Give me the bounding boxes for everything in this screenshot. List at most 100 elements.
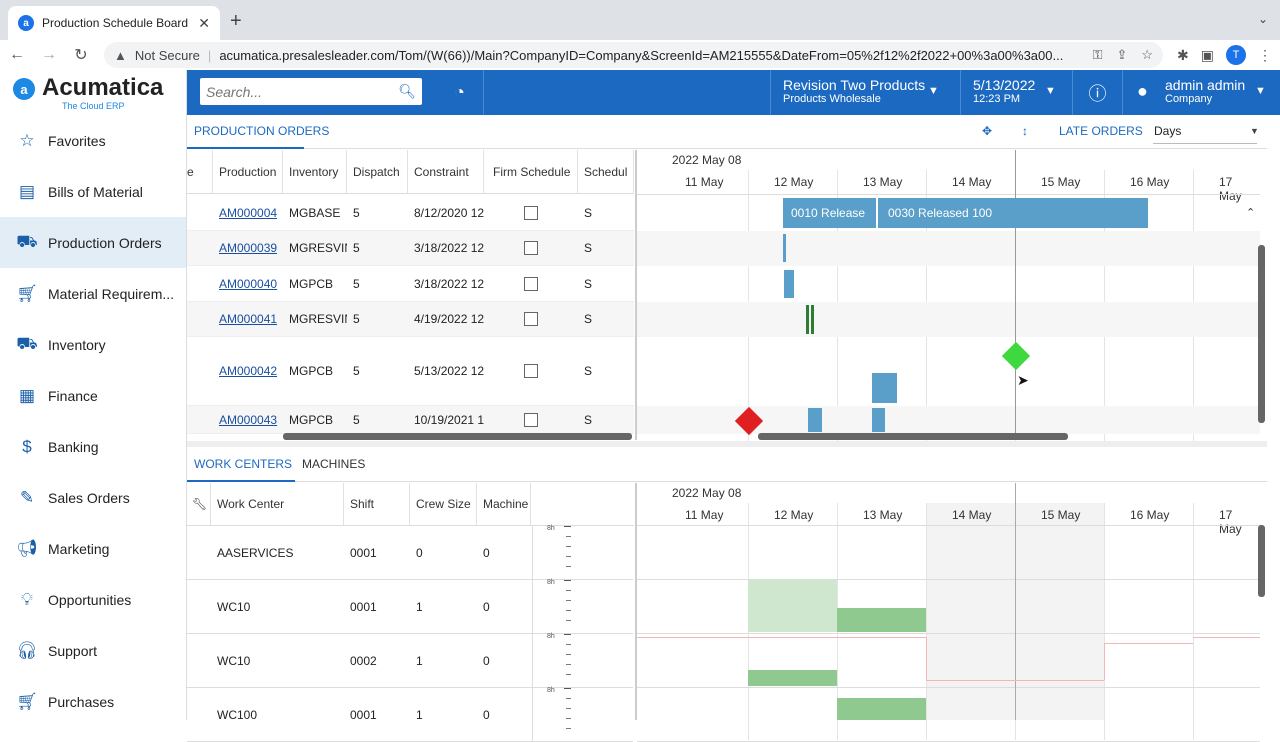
key-icon[interactable]: ⚿ <box>1093 47 1103 63</box>
late-orders-button[interactable]: LATE ORDERS <box>1059 124 1143 138</box>
table-row[interactable]: AASERVICES 0001 0 0 8h <box>187 525 633 580</box>
production-order-link[interactable]: AM000040 <box>213 266 283 301</box>
company-selector[interactable]: Revision Two Products Products Wholesale… <box>770 70 960 115</box>
operation-bar[interactable] <box>784 270 794 298</box>
close-tab-icon[interactable]: ✕ <box>198 15 210 32</box>
tab-machines[interactable]: MACHINES <box>302 457 365 471</box>
operation-bar[interactable] <box>872 373 897 403</box>
search-box[interactable]: 🔍︎ <box>200 78 422 105</box>
sidebar-item-purchases[interactable]: 🛒︎ Purchases <box>0 676 186 727</box>
column-header-dispatch[interactable]: Dispatch <box>347 150 408 193</box>
tab-work-centers[interactable]: WORK CENTERS <box>194 457 292 471</box>
help-icon[interactable]: ⓘ <box>1072 70 1122 115</box>
forward-icon[interactable]: → <box>40 46 58 64</box>
column-header-constraint[interactable]: Constraint <box>408 150 484 193</box>
table-row[interactable]: WC10 0002 1 0 8h <box>187 633 633 688</box>
move-icon[interactable]: ✥ <box>982 124 992 138</box>
table-row[interactable]: WC10 0001 1 0 8h <box>187 579 633 634</box>
sidebar-item-banking[interactable]: $ Banking <box>0 421 186 472</box>
vertical-scrollbar[interactable] <box>1258 245 1265 423</box>
column-header-work-center[interactable]: Work Center <box>211 483 344 525</box>
user-menu[interactable]: ● admin admin Company ▼ <box>1122 70 1280 115</box>
column-header[interactable]: e <box>187 150 213 193</box>
column-header-machine[interactable]: Machine <box>477 483 531 525</box>
operation-bar[interactable] <box>811 305 814 334</box>
new-tab-icon[interactable]: + <box>230 10 242 33</box>
column-header-schedule[interactable]: Schedul <box>578 150 634 193</box>
production-order-link[interactable]: AM000041 <box>213 302 283 336</box>
capacity-bar[interactable] <box>837 608 926 632</box>
production-order-link[interactable]: AM000043 <box>213 406 283 433</box>
acumatica-logo[interactable]: a Acumatica The Cloud ERP <box>0 70 186 115</box>
tab-production-orders[interactable]: PRODUCTION ORDERS <box>194 124 329 138</box>
operation-bar[interactable] <box>783 234 786 262</box>
operation-bar[interactable] <box>872 408 885 432</box>
vertical-scrollbar[interactable] <box>1258 525 1265 597</box>
chevron-down-icon[interactable]: ⌄ <box>1258 12 1268 26</box>
chevron-down-icon[interactable]: ▼ <box>1250 126 1259 136</box>
share-icon[interactable]: ⇪ <box>1116 47 1127 63</box>
gantt-horizontal-scrollbar[interactable] <box>758 433 1068 440</box>
sidebar-item-support[interactable]: 🎧︎ Support <box>0 625 186 676</box>
user-icon: ● <box>1137 81 1148 101</box>
bookmark-star-icon[interactable]: ☆ <box>1141 47 1153 63</box>
sidebar-item-inventory[interactable]: ⛟ Inventory <box>0 319 186 370</box>
column-header-production[interactable]: Production <box>213 150 283 193</box>
capacity-bar[interactable] <box>837 698 926 720</box>
view-selector[interactable]: Days <box>1154 124 1181 138</box>
column-header-shift[interactable]: Shift <box>344 483 410 525</box>
operation-bar[interactable] <box>808 408 822 432</box>
table-row[interactable]: AM000039 MGRESVIN 5 3/18/2022 12: S <box>187 231 634 266</box>
sidebar-item-material-requirem[interactable]: 🛒︎ Material Requirem... <box>0 268 186 319</box>
search-input[interactable] <box>206 83 399 100</box>
table-row[interactable]: AM000040 MGPCB 5 3/18/2022 12: S <box>187 266 634 302</box>
crew-size-cell: 0 <box>416 545 423 560</box>
inventory-cell: MGBASE <box>289 205 341 220</box>
production-order-link[interactable]: AM000039 <box>213 231 283 265</box>
browser-menu-icon[interactable]: ⋮ <box>1258 47 1272 64</box>
sidebar-item-finance[interactable]: ▦ Finance <box>0 370 186 421</box>
sidebar-item-opportunities[interactable]: 💡︎ Opportunities <box>0 574 186 625</box>
inventory-cell: MGPCB <box>289 276 334 291</box>
column-header-inventory[interactable]: Inventory <box>283 150 347 193</box>
history-icon[interactable]: ◔ <box>436 70 484 115</box>
profile-avatar[interactable]: T <box>1226 45 1246 65</box>
firm-schedule-checkbox[interactable] <box>524 364 538 378</box>
back-icon[interactable]: ← <box>8 46 26 64</box>
side-panel-icon[interactable]: ▣ <box>1201 47 1214 64</box>
firm-schedule-checkbox[interactable] <box>524 205 538 220</box>
firm-schedule-checkbox[interactable] <box>524 276 538 291</box>
firm-schedule-checkbox[interactable] <box>524 412 538 427</box>
browser-tab[interactable]: a Production Schedule Board ✕ <box>8 6 220 40</box>
business-date-selector[interactable]: 5/13/2022 12:23 PM ▼ <box>960 70 1072 115</box>
collapse-icon[interactable]: ⌃ <box>1246 206 1255 219</box>
search-icon[interactable]: 🔍︎ <box>398 83 416 100</box>
gantt-row <box>637 231 1260 266</box>
table-row[interactable]: AM000043 MGPCB 5 10/19/2021 1: S <box>187 406 634 434</box>
column-header-crew-size[interactable]: Crew Size <box>410 483 477 525</box>
address-bar[interactable]: ▲ Not Secure | acumatica.presalesleader.… <box>104 42 1164 68</box>
production-order-link[interactable]: AM000004 <box>213 195 283 230</box>
sidebar-item-favorites[interactable]: ☆ Favorites <box>0 115 186 166</box>
capacity-bar[interactable] <box>748 670 837 686</box>
firm-schedule-checkbox[interactable] <box>524 312 538 326</box>
reload-icon[interactable]: ↻ <box>72 45 90 65</box>
production-gantt: 2022 May 08 11 May 12 May 13 May 14 May 15 M… <box>635 150 1260 460</box>
sidebar-item-production-orders[interactable]: ⛟ Production Orders <box>0 217 186 268</box>
production-order-link[interactable]: AM000042 <box>213 337 283 405</box>
column-header-firm-schedule[interactable]: Firm Schedule <box>484 150 578 193</box>
sidebar-item-marketing[interactable]: 📢︎ Marketing <box>0 523 186 574</box>
firm-schedule-checkbox[interactable] <box>524 241 538 255</box>
table-row[interactable]: AM000041 MGRESVIN 5 4/19/2022 12: S <box>187 302 634 337</box>
operation-bar[interactable] <box>806 305 809 334</box>
resize-vertical-icon[interactable]: ↕ <box>1022 124 1028 138</box>
capacity-bar[interactable] <box>748 579 837 632</box>
table-row[interactable]: AM000004 MGBASE 5 8/12/2020 12: S <box>187 195 634 231</box>
sidebar-item-sales-orders[interactable]: ✎ Sales Orders <box>0 472 186 523</box>
grid-horizontal-scrollbar[interactable] <box>283 433 632 440</box>
table-row[interactable]: WC100 0001 1 0 8h <box>187 687 633 742</box>
wrench-icon[interactable]: 🔧︎ <box>187 483 211 525</box>
extensions-icon[interactable]: ✱ <box>1177 47 1189 64</box>
sidebar-item-bills-of-material[interactable]: ▤ Bills of Material <box>0 166 186 217</box>
table-row[interactable]: AM000042 MGPCB 5 5/13/2022 12: S <box>187 337 634 406</box>
